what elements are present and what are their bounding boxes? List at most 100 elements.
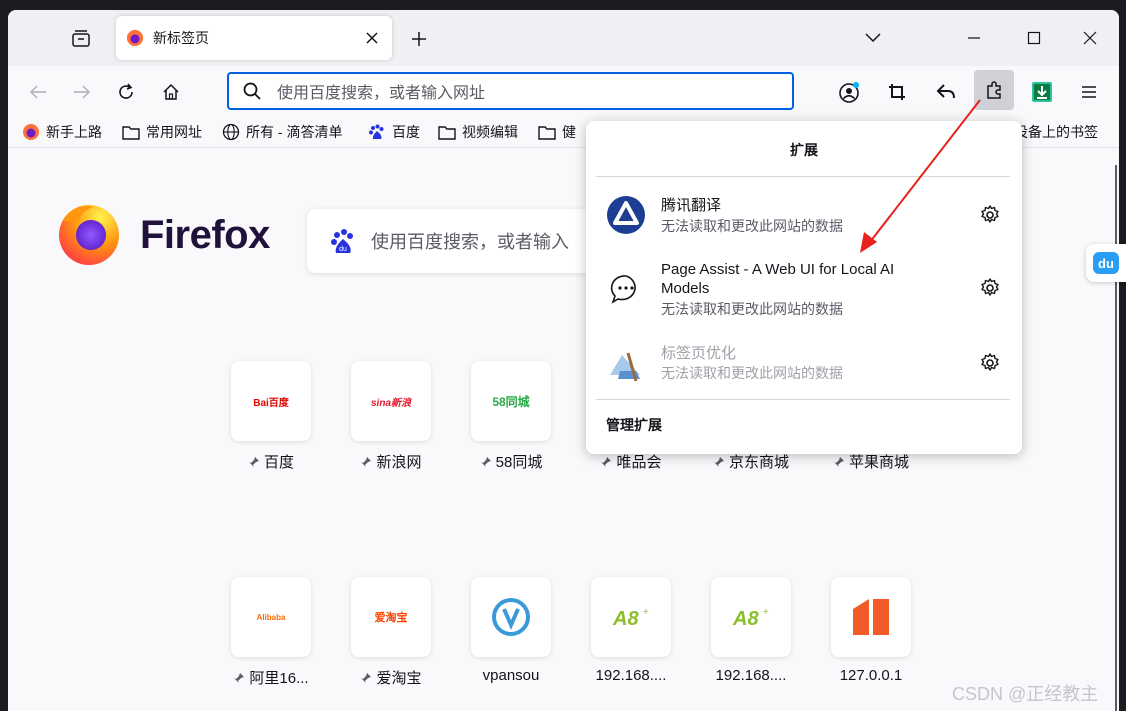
baidu-icon xyxy=(368,123,386,141)
pin-icon xyxy=(360,456,372,468)
undo-arrow-icon xyxy=(936,84,955,99)
firefox-wordmark: Firefox xyxy=(140,213,270,257)
folder-icon xyxy=(438,123,456,141)
tab-newtab[interactable]: 新标签页 xyxy=(116,16,392,60)
top-site-label: 苹果商城 xyxy=(848,454,909,471)
crop-icon xyxy=(889,84,905,100)
bookmark-item[interactable]: 新手上路 xyxy=(22,122,102,142)
url-bar[interactable]: 使用百度搜索，或者输入网址 xyxy=(227,72,794,110)
alibaba-logo-icon: Alibaba xyxy=(231,577,311,657)
top-site-label: 百度 xyxy=(263,454,294,471)
pin-icon xyxy=(360,672,372,684)
top-site-label: 新浪网 xyxy=(376,454,422,471)
extensions-panel-title: 扩展 xyxy=(790,142,818,158)
top-site-tile[interactable]: 127.0.0.1 xyxy=(811,577,931,684)
bookmark-folder[interactable]: 健 xyxy=(538,122,576,142)
manage-extensions-link[interactable]: 管理扩展 xyxy=(606,415,662,435)
close-icon[interactable] xyxy=(362,28,382,48)
newtab-search-box[interactable]: du 使用百度搜索，或者输入 xyxy=(307,209,607,273)
top-site-tile[interactable]: sina新浪 新浪网 xyxy=(331,361,451,472)
newtab-search-placeholder: 使用百度搜索，或者输入 xyxy=(371,232,569,252)
svg-text:A8: A8 xyxy=(732,608,759,629)
top-site-label: 58同城 xyxy=(495,454,543,471)
gear-icon[interactable] xyxy=(978,203,1002,227)
firefox-view-button[interactable] xyxy=(68,26,94,52)
bookmark-item[interactable]: 百度 xyxy=(368,122,420,142)
minimize-button[interactable] xyxy=(960,24,988,52)
bookmark-label: 视频编辑 xyxy=(462,124,518,140)
scrollbar[interactable] xyxy=(1109,149,1119,711)
gear-icon[interactable] xyxy=(978,276,1002,300)
pin-icon xyxy=(713,456,725,468)
pin-icon xyxy=(833,456,845,468)
top-site-label: 唯品会 xyxy=(616,454,662,471)
svg-text:du: du xyxy=(339,246,347,253)
minimize-icon xyxy=(968,37,980,39)
extension-name: 腾讯翻译 xyxy=(661,197,722,214)
url-placeholder: 使用百度搜索，或者输入网址 xyxy=(277,85,486,102)
top-site-tile[interactable]: Alibaba 阿里16... xyxy=(211,577,331,688)
top-site-tile[interactable]: A8 + 192.168.... xyxy=(691,577,811,684)
watermark: CSDN @正经教主 xyxy=(952,684,1099,704)
logo-text: sina新浪 xyxy=(370,397,411,409)
forward-button[interactable] xyxy=(66,76,98,108)
extensions-button[interactable] xyxy=(974,70,1014,110)
account-button[interactable] xyxy=(833,76,865,108)
maximize-button[interactable] xyxy=(1020,24,1048,52)
top-site-label: vpansou xyxy=(482,667,540,684)
58-logo-icon: 58同城 xyxy=(471,361,551,441)
aitaobao-logo-icon: 爱淘宝 xyxy=(351,577,431,657)
back-arrow-icon xyxy=(29,85,46,99)
maximize-icon xyxy=(1027,31,1041,45)
bookmark-folder[interactable]: 常用网址 xyxy=(122,122,202,142)
top-site-tile[interactable]: A8 + 192.168.... xyxy=(571,577,691,684)
tab-strip: 新标签页 xyxy=(8,10,1119,66)
folder-icon xyxy=(538,123,556,141)
list-all-tabs-button[interactable] xyxy=(863,28,883,48)
home-button[interactable] xyxy=(155,76,187,108)
top-site-label: 192.168.... xyxy=(595,667,667,684)
top-site-tile[interactable]: Bai百度 百度 xyxy=(211,361,331,472)
close-window-button[interactable] xyxy=(1076,24,1104,52)
forward-arrow-icon xyxy=(74,85,91,99)
divider xyxy=(596,399,1010,400)
pin-icon xyxy=(233,672,245,684)
logo-text: 58同城 xyxy=(492,394,530,409)
back-button[interactable] xyxy=(22,76,54,108)
gear-icon[interactable] xyxy=(978,351,1002,375)
svg-text:du: du xyxy=(1098,256,1114,271)
extension-item-tab-optimizer[interactable]: 标签页优化 无法读取和更改此网站的数据 xyxy=(596,339,1012,391)
bookmark-label: 百度 xyxy=(392,124,420,140)
chat-bubble-icon xyxy=(606,269,646,309)
baidu-icon: du xyxy=(331,229,353,253)
navigation-toolbar: 使用百度搜索，或者输入网址 xyxy=(8,66,1119,116)
vpansou-logo-icon xyxy=(471,577,551,657)
plus-icon xyxy=(412,32,426,46)
bookmark-item[interactable]: 所有 - 滴答清单 xyxy=(222,122,342,142)
chevron-down-icon xyxy=(865,33,881,43)
extension-name: 标签页优化 xyxy=(661,345,737,362)
bookmark-folder[interactable]: 视频编辑 xyxy=(438,122,518,142)
screenshot-button[interactable] xyxy=(881,76,913,108)
bookmark-label: 新手上路 xyxy=(46,124,102,140)
menu-button[interactable] xyxy=(1073,76,1105,108)
baidu-du-icon: du xyxy=(1093,252,1119,274)
undo-extension-button[interactable] xyxy=(930,76,962,108)
extension-item-tencent-translate[interactable]: 腾讯翻译 无法读取和更改此网站的数据 xyxy=(596,189,1012,241)
browser-window: 新标签页 使用百度搜索，或者输入网址 新手上路 常用网址 所有 - 滴答清单 百… xyxy=(8,10,1119,711)
download-icon xyxy=(1032,82,1052,102)
top-site-label: 192.168.... xyxy=(715,667,787,684)
extension-item-page-assist[interactable]: Page Assist - A Web UI for Local AI Mode… xyxy=(596,255,1012,325)
downloads-button[interactable] xyxy=(1026,76,1058,108)
baidu-side-badge[interactable]: du xyxy=(1086,244,1126,282)
baidu-logo-icon: Bai百度 xyxy=(231,361,311,441)
new-tab-button[interactable] xyxy=(408,28,430,50)
top-site-tile[interactable]: 58同城 58同城 xyxy=(451,361,571,472)
top-site-tile[interactable]: vpansou xyxy=(451,577,571,684)
globe-icon xyxy=(222,123,240,141)
other-bookmarks[interactable]: 设备上的书签 xyxy=(1014,122,1098,142)
reload-button[interactable] xyxy=(110,76,142,108)
home-icon xyxy=(163,83,179,100)
svg-text:+: + xyxy=(643,607,649,618)
top-site-tile[interactable]: 爱淘宝 爱淘宝 xyxy=(331,577,451,688)
